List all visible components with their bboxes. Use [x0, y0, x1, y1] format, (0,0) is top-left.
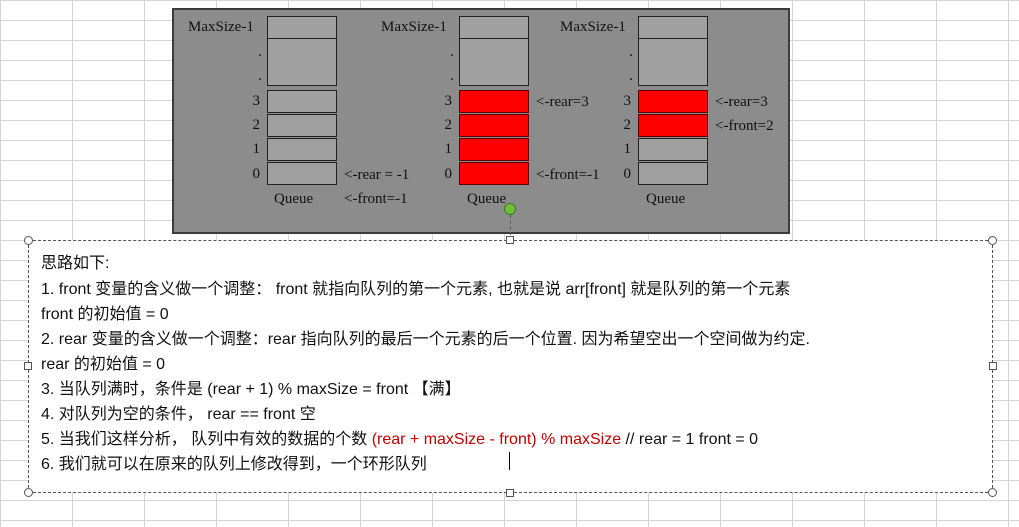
notes-line-8: 6. 我们就可以在原来的队列上修改得到，一个环形队列 [41, 456, 427, 473]
queue-3-index-0: 0 [623, 166, 632, 182]
queue-1-dot: . [258, 68, 262, 84]
notes-line-7-prefix: 5. 当我们这样分析， 队列中有效的数据的个数 [41, 431, 372, 448]
queue-2-name: Queue [467, 191, 507, 207]
queue-2-index-1: 1 [444, 141, 453, 157]
notes-heading: 思路如下: [41, 255, 110, 272]
queue-2-index-0: 0 [444, 166, 453, 182]
notes-line-3: 2. rear 变量的含义做一个调整：rear 指向队列的最后一个元素的后一个位… [41, 331, 810, 348]
queue-3-slot-1 [638, 138, 708, 161]
queue-2-maxsize-label: MaxSize-1 [381, 19, 447, 35]
queue-1-slot-gap [267, 38, 337, 86]
notes-line-1: 1. front 变量的含义做一个调整： front 就指向队列的第一个元素, … [41, 281, 791, 298]
queue-3-dot: . [629, 44, 633, 60]
queue-1-front-pointer: <-front=-1 [344, 191, 408, 207]
queue-2-front-pointer: <-front=-1 [536, 167, 600, 183]
notes-line-5: 3. 当队列满时，条件是 (rear + 1) % maxSize = fron… [41, 381, 461, 398]
notes-line-7-formula: (rear + maxSize - front) % maxSize [371, 431, 626, 448]
queue-3-index-3: 3 [623, 93, 632, 109]
resize-handle-left[interactable] [24, 362, 32, 370]
resize-handle-top-right[interactable] [988, 236, 997, 245]
queue-3-index-1: 1 [623, 141, 632, 157]
queue-2-slot-2-filled [459, 114, 529, 137]
queue-3-name: Queue [646, 191, 686, 207]
queue-2-rear-pointer: <-rear=3 [536, 94, 589, 110]
queue-2-slot-max [459, 16, 529, 39]
queue-1-index-0: 0 [252, 166, 261, 182]
notes-line-7: 5. 当我们这样分析， 队列中有效的数据的个数 (rear + maxSize … [41, 425, 758, 449]
queue-2-slot-3-filled [459, 90, 529, 113]
queue-2-slot-0-filled [459, 162, 529, 185]
queue-1-slot-1 [267, 138, 337, 161]
queue-1-slot-2 [267, 114, 337, 137]
notes-line-2: front 的初始值 = 0 [41, 306, 169, 323]
rotate-handle-connector [510, 215, 512, 235]
notes-textbox[interactable]: 思路如下: 1. front 变量的含义做一个调整： front 就指向队列的第… [28, 240, 993, 493]
queue-1-slot-max [267, 16, 337, 39]
queue-3-slot-max [638, 16, 708, 39]
queue-3-dot: . [629, 68, 633, 84]
queue-2-slot-gap [459, 38, 529, 86]
queue-3-slot-0 [638, 162, 708, 185]
resize-handle-bottom[interactable] [506, 489, 514, 497]
queue-1-index-1: 1 [252, 141, 261, 157]
text-cursor [509, 452, 510, 470]
queue-1-dot: . [258, 44, 262, 60]
queue-3-slot-2-filled [638, 114, 708, 137]
resize-handle-bottom-right[interactable] [988, 488, 997, 497]
queue-3-front-pointer: <-front=2 [715, 118, 774, 134]
notes-line-6: 4. 对队列为空的条件， rear == front 空 [41, 406, 316, 423]
queue-1-index-3: 3 [252, 93, 261, 109]
resize-handle-right[interactable] [989, 362, 997, 370]
resize-handle-top[interactable] [506, 236, 514, 244]
queue-2-dot: . [450, 44, 454, 60]
notes-line-7-suffix: // rear = 1 front = 0 [625, 431, 759, 448]
queue-1-slot-0 [267, 162, 337, 185]
queue-2-slot-1-filled [459, 138, 529, 161]
queue-3-slot-3-filled [638, 90, 708, 113]
queue-1-index-2: 2 [252, 117, 261, 133]
queue-2-index-3: 3 [444, 93, 453, 109]
queue-1-slot-3 [267, 90, 337, 113]
queue-1-name: Queue [274, 191, 314, 207]
queue-3-index-2: 2 [623, 117, 632, 133]
resize-handle-bottom-left[interactable] [24, 488, 33, 497]
queue-diagram[interactable]: MaxSize-1 . . 3 2 1 0 Queue <-rear = -1 … [172, 8, 790, 234]
rotate-handle[interactable] [504, 203, 516, 215]
queue-1-rear-pointer: <-rear = -1 [344, 167, 410, 183]
queue-2-dot: . [450, 68, 454, 84]
queue-2-index-2: 2 [444, 117, 453, 133]
resize-handle-top-left[interactable] [24, 236, 33, 245]
queue-1-maxsize-label: MaxSize-1 [188, 19, 254, 35]
queue-3-slot-gap [638, 38, 708, 86]
notes-line-4: rear 的初始值 = 0 [41, 356, 166, 373]
queue-3-rear-pointer: <-rear=3 [715, 94, 768, 110]
queue-3-maxsize-label: MaxSize-1 [560, 19, 626, 35]
